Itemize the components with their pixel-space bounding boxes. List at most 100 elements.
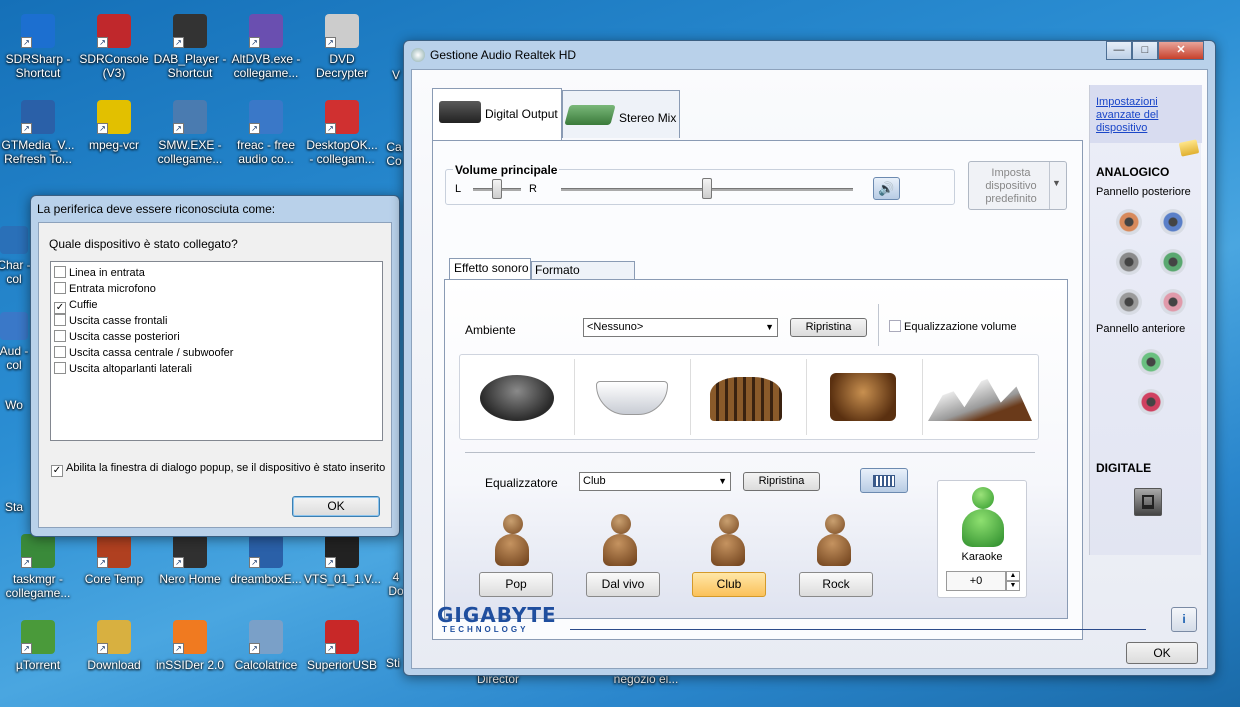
chevron-up-icon[interactable]: ▲: [1006, 571, 1020, 581]
device-option-checkbox[interactable]: [54, 266, 66, 278]
shortcut-arrow-icon: ↗: [21, 37, 32, 48]
desktop-icon-partial[interactable]: 4 Do: [388, 570, 404, 598]
eq-preset-club-button[interactable]: Club: [692, 572, 766, 597]
popup-label: Abilita la finestra di dialogo popup, se…: [66, 462, 386, 474]
close-button[interactable]: ✕: [1158, 41, 1204, 60]
device-option-checkbox[interactable]: [54, 346, 66, 358]
volume-slider[interactable]: [702, 178, 712, 199]
stereo-mix-icon: [564, 105, 616, 125]
app-icon: ↗: [97, 534, 131, 568]
device-option[interactable]: Uscita altoparlanti laterali: [54, 361, 379, 377]
desktop-icon[interactable]: ↗ SMW.EXE - collegame...: [152, 100, 228, 166]
graphic-eq-button[interactable]: [860, 468, 908, 493]
device-option-checkbox[interactable]: [54, 314, 66, 326]
desktop-icon[interactable]: ↗ µTorrent: [0, 620, 76, 672]
environment-stone[interactable]: [480, 375, 554, 421]
rear-audio-jack[interactable]: [1160, 209, 1186, 235]
desktop-icon-label: 4 Do: [388, 570, 404, 598]
eq-volume-checkbox[interactable]: [889, 320, 901, 332]
environment-select[interactable]: <Nessuno> ▼: [583, 318, 778, 337]
desktop-icon[interactable]: ↗ freac - free audio co...: [228, 100, 304, 166]
front-audio-jack[interactable]: [1138, 349, 1164, 375]
desktop-icon-partial[interactable]: Char - col: [0, 226, 34, 286]
connector-side-panel: Impostazioni avanzate del dispositivo AN…: [1089, 85, 1202, 555]
popup-checkbox[interactable]: ✓: [51, 465, 63, 477]
environment-bathroom[interactable]: [596, 381, 668, 415]
desktop-icon[interactable]: ↗ DVD Decrypter: [304, 14, 380, 80]
tab-sound-effect[interactable]: Effetto sonoro: [449, 258, 531, 279]
device-option[interactable]: Uscita casse posteriori: [54, 329, 379, 345]
eq-preset-rock-button[interactable]: Rock: [799, 572, 873, 597]
rear-audio-jack[interactable]: [1160, 249, 1186, 275]
equalizer-select[interactable]: Club ▼: [579, 472, 731, 491]
desktop-icon[interactable]: ↗ VTS_01_1.V...: [304, 534, 381, 586]
desktop-icon[interactable]: ↗ GTMedia_V... Refresh To...: [0, 100, 76, 166]
realtek-ok-button[interactable]: OK: [1126, 642, 1198, 664]
pop-singer-icon: [487, 512, 537, 572]
desktop-icon-partial[interactable]: Wo: [0, 398, 34, 412]
desktop-icon[interactable]: ↗ dreamboxE...: [228, 534, 304, 586]
desktop-icon-label: Ca Co: [386, 140, 402, 168]
desktop-icon[interactable]: ↗ DesktopOK... - collegam...: [304, 100, 380, 166]
environment-reset-button[interactable]: Ripristina: [790, 318, 867, 337]
karaoke-value[interactable]: +0: [946, 571, 1006, 591]
mute-speaker-icon[interactable]: 🔊: [873, 177, 900, 200]
environment-sewer[interactable]: [830, 373, 896, 421]
app-icon: ↗: [325, 14, 359, 48]
desktop-icon-partial[interactable]: Sta: [0, 500, 34, 514]
device-option[interactable]: Uscita casse frontali: [54, 313, 379, 329]
eq-preset-dal-vivo-button[interactable]: Dal vivo: [586, 572, 660, 597]
equalizer-reset-button[interactable]: Ripristina: [743, 472, 820, 491]
device-option-label: Uscita cassa centrale / subwoofer: [69, 347, 234, 359]
device-option[interactable]: Linea in entrata: [54, 265, 379, 281]
digital-port-icon[interactable]: [1134, 488, 1162, 516]
chevron-down-icon[interactable]: ▼: [1006, 581, 1020, 591]
minimize-button[interactable]: —: [1106, 41, 1132, 60]
device-option-checkbox[interactable]: [54, 282, 66, 294]
device-option-checkbox[interactable]: [54, 330, 66, 342]
desktop-icon-partial[interactable]: V: [388, 68, 404, 82]
front-audio-jack[interactable]: [1138, 389, 1164, 415]
rear-audio-jack[interactable]: [1116, 249, 1142, 275]
rear-audio-jack[interactable]: [1116, 209, 1142, 235]
maximize-button[interactable]: □: [1132, 41, 1158, 60]
desktop-icon[interactable]: ↗ AltDVB.exe - collegame...: [228, 14, 304, 80]
desktop-icon[interactable]: ↗ SDRConsole (V3): [76, 14, 152, 80]
desktop-icon[interactable]: ↗ inSSIDer 2.0: [152, 620, 228, 672]
rear-audio-jack[interactable]: [1160, 289, 1186, 315]
desktop-icon[interactable]: ↗ SDRSharp - Shortcut: [0, 14, 76, 80]
desktop-icon[interactable]: ↗ mpeg-vcr: [76, 100, 152, 152]
desktop-icon[interactable]: ↗ Core Temp: [76, 534, 152, 586]
app-icon: [0, 226, 28, 254]
device-option[interactable]: Entrata microfono: [54, 281, 379, 297]
popup-option[interactable]: ✓ Abilita la finestra di dialogo popup, s…: [51, 462, 385, 477]
device-option[interactable]: Uscita cassa centrale / subwoofer: [54, 345, 379, 361]
eq-volume-option[interactable]: Equalizzazione volume: [889, 320, 1017, 333]
app-icon: ↗: [325, 620, 359, 654]
desktop-icon[interactable]: ↗ Download: [76, 620, 152, 672]
desktop-icon-partial[interactable]: Aud - col: [0, 312, 34, 372]
desktop-icon-label: Char - col: [0, 258, 31, 286]
tab-stereo-mix[interactable]: Stereo Mix: [562, 90, 680, 138]
folder-icon[interactable]: [1178, 139, 1200, 157]
rear-audio-jack[interactable]: [1116, 289, 1142, 315]
tab-default-format[interactable]: Formato predefinito: [531, 261, 635, 293]
desktop-icon[interactable]: ↗ SuperiorUSB: [304, 620, 380, 672]
balance-slider[interactable]: [492, 179, 502, 199]
info-icon[interactable]: i: [1171, 607, 1197, 632]
device-option-checkbox[interactable]: [54, 362, 66, 374]
desktop-icon[interactable]: ↗ taskmgr - collegame...: [0, 534, 76, 600]
digital-heading: DIGITALE: [1096, 461, 1152, 475]
environment-colosseum[interactable]: [710, 377, 782, 421]
desktop-icon-partial[interactable]: Sti: [382, 656, 404, 670]
set-default-device-button[interactable]: Imposta dispositivo predefinito ▼: [968, 161, 1067, 210]
ok-button[interactable]: OK: [292, 496, 380, 517]
advanced-settings-link[interactable]: Impostazioni avanzate del dispositivo: [1096, 96, 1174, 135]
device-option[interactable]: ✓ Cuffie: [54, 297, 379, 314]
tab-digital-output[interactable]: Digital Output: [432, 88, 562, 140]
desktop-icon[interactable]: ↗ Nero Home: [152, 534, 228, 586]
desktop-icon[interactable]: ↗ Calcolatrice: [228, 620, 304, 672]
environment-opera[interactable]: [928, 375, 1032, 421]
desktop-icon[interactable]: ↗ DAB_Player - Shortcut: [152, 14, 228, 80]
eq-preset-pop-button[interactable]: Pop: [479, 572, 553, 597]
